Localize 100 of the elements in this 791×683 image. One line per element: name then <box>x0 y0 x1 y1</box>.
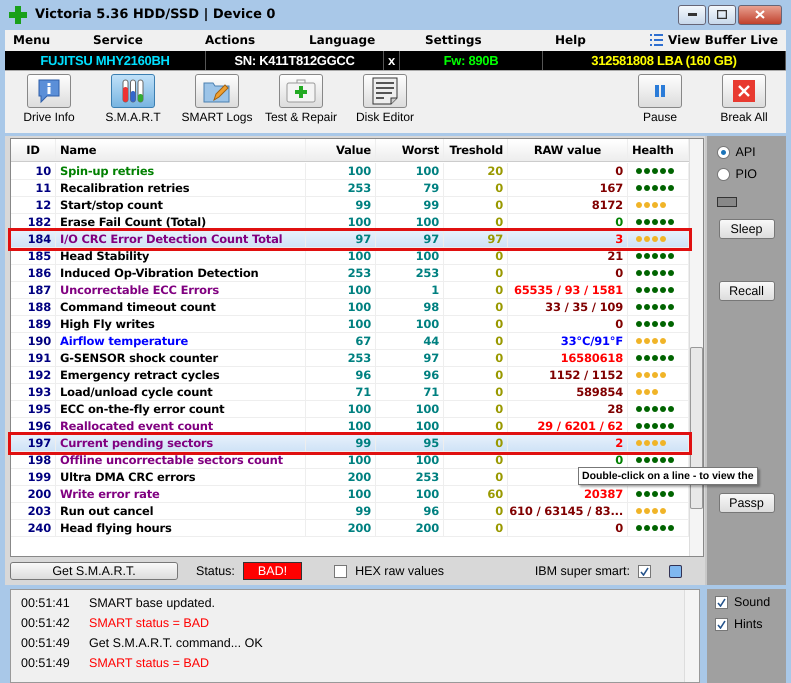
table-cell: 100 <box>376 486 444 502</box>
table-cell: 100 <box>306 401 376 418</box>
table-cell: G-SENSOR shock counter <box>56 350 306 366</box>
log-time: 00:51:42 <box>21 616 71 630</box>
drive-info-text: SN: K411T812GGCC <box>234 53 355 68</box>
table-cell: 200 <box>11 486 56 502</box>
table-row[interactable]: 10 Spin-up retries 100 100 20 0 <box>11 163 689 180</box>
table-cell: Emergency retract cycles <box>56 367 306 384</box>
status-badge: BAD! <box>242 562 302 580</box>
menu-item[interactable]: Service <box>89 33 201 48</box>
table-cell: Command timeout count <box>56 299 306 316</box>
table-cell: I/O CRC Error Detection Count Total <box>56 231 306 248</box>
table-cell: 0 <box>444 282 508 298</box>
table-row[interactable]: 187 Uncorrectable ECC Errors 100 1 0 65535 / 93 / 1581 <box>11 282 689 300</box>
drive-info-text: 312581808 LBA (160 GB) <box>591 53 737 68</box>
table-cell: 97 <box>444 231 508 248</box>
table-cell: Airflow temperature <box>56 333 306 350</box>
table-cell: 0 <box>444 197 508 214</box>
maximize-icon <box>717 10 727 20</box>
table-row[interactable]: 189 High Fly writes 100 100 0 0 <box>11 316 689 334</box>
column-header[interactable]: Name <box>56 139 306 162</box>
table-cell: 190 <box>11 333 56 350</box>
table-row[interactable]: 191 G-SENSOR shock counter 253 97 0 16580618 <box>11 350 689 368</box>
toolbar-button[interactable]: Disk Editor <box>343 74 427 124</box>
table-cell: 99 <box>376 197 444 214</box>
color-swatch[interactable] <box>669 564 682 578</box>
table-row[interactable]: 186 Induced Op-Vibration Detection 253 253 0 0 <box>11 265 689 282</box>
status-label: Status: <box>196 564 235 578</box>
menu-item[interactable]: Menu <box>9 33 89 48</box>
table-cell: 71 <box>306 384 376 400</box>
table-row[interactable]: 11 Recalibration retries 253 79 0 167 <box>11 180 689 198</box>
table-cell: 99 <box>306 435 376 452</box>
table-cell: ECC on-the-fly error count <box>56 401 306 418</box>
menu-item[interactable]: Language <box>305 33 421 48</box>
scrollbar[interactable] <box>684 590 699 682</box>
menu-item[interactable]: Actions <box>201 33 305 48</box>
get-smart-button[interactable]: Get S.M.A.R.T. <box>10 562 178 580</box>
column-header[interactable]: Treshold <box>444 139 508 162</box>
table-row[interactable]: 192 Emergency retract cycles 96 96 0 1152 / 1152 <box>11 367 689 384</box>
radio-button[interactable] <box>716 146 730 159</box>
column-header[interactable]: ID <box>11 139 56 162</box>
close-button[interactable] <box>738 4 782 25</box>
table-cell: 0 <box>508 316 628 332</box>
table-row[interactable]: 193 Load/unload cycle count 71 71 0 589854 <box>11 384 689 402</box>
checkbox-label: IBM super smart: <box>534 564 630 578</box>
table-cell: 10 <box>11 163 56 180</box>
table-cell: 0 <box>444 520 508 536</box>
checkbox[interactable] <box>334 564 348 578</box>
log-message: Get S.M.A.R.T. command... OK <box>89 636 263 650</box>
side-button[interactable]: Recall <box>718 281 774 302</box>
table-row[interactable]: 12 Start/stop count 99 99 0 8172 <box>11 197 689 214</box>
table-cell: Start/stop count <box>56 197 306 214</box>
toolbar-button[interactable]: Pause <box>618 74 702 124</box>
table-cell: Offline uncorrectable sectors count <box>56 452 306 468</box>
close-icon <box>733 80 755 102</box>
table-cell: 610 / 63145 / 83... <box>508 503 628 520</box>
table-cell: 100 <box>376 452 444 468</box>
toolbar-button[interactable]: Break All <box>702 74 786 124</box>
checkbox[interactable] <box>715 618 728 631</box>
table-row[interactable]: 184 I/O CRC Error Detection Count Total 97 97 97 3 <box>11 231 689 248</box>
checkbox[interactable] <box>715 596 728 609</box>
side-button[interactable]: Sleep <box>718 219 774 240</box>
table-cell: 100 <box>306 163 376 180</box>
table-cell: 71 <box>376 384 444 400</box>
menu-item[interactable]: View Buffer Live <box>646 33 782 48</box>
toolbar-button[interactable]: Test & Repair <box>259 74 343 124</box>
log-time: 00:51:49 <box>21 636 71 650</box>
table-cell: 20387 <box>508 486 628 502</box>
table-row[interactable]: 203 Run out cancel 99 96 0 610 / 63145 / 83... <box>11 503 689 520</box>
table-cell: 200 <box>306 520 376 536</box>
toolbar-button[interactable]: Drive Info <box>7 74 91 124</box>
minimize-button[interactable] <box>678 4 706 25</box>
maximize-button[interactable] <box>708 4 736 25</box>
table-row[interactable]: 190 Airflow temperature 67 44 0 33°C/91°F <box>11 333 689 350</box>
table-cell: 20 <box>444 163 508 180</box>
side-button[interactable]: Passp <box>718 493 774 514</box>
log-time: 00:51:41 <box>21 596 71 610</box>
table-cell: 0 <box>444 265 508 282</box>
menu-item[interactable]: Settings <box>421 33 551 48</box>
checkbox[interactable] <box>638 564 651 578</box>
toolbar-button[interactable]: S.M.A.R.T <box>91 74 175 124</box>
column-header[interactable]: Worst <box>376 139 444 162</box>
checkbox-label: Sound <box>734 595 770 610</box>
table-cell: 0 <box>444 469 508 486</box>
column-header[interactable]: Value <box>306 139 376 162</box>
radio-button[interactable] <box>716 168 730 181</box>
table-row[interactable]: 197 Current pending sectors 99 95 0 2 <box>11 435 689 452</box>
toolbar-button[interactable]: SMART Logs <box>175 74 259 124</box>
table-row[interactable]: 188 Command timeout count 100 98 0 33 / 35 / 109 <box>11 299 689 316</box>
column-header[interactable]: RAW value <box>508 139 628 162</box>
menu-item[interactable]: Help <box>551 33 639 48</box>
table-cell: 197 <box>11 435 56 452</box>
table-row[interactable]: 240 Head flying hours 200 200 0 0 <box>11 520 689 538</box>
table-row[interactable]: 200 Write error rate 100 100 60 20387 <box>11 486 689 504</box>
table-cell: 100 <box>376 401 444 418</box>
table-cell: 0 <box>508 163 628 180</box>
table-cell: 187 <box>11 282 56 298</box>
table-row[interactable]: 195 ECC on-the-fly error count 100 100 0 28 <box>11 401 689 418</box>
table-cell: 0 <box>508 520 628 536</box>
table-row[interactable]: 185 Head Stability 100 100 0 21 <box>11 248 689 266</box>
